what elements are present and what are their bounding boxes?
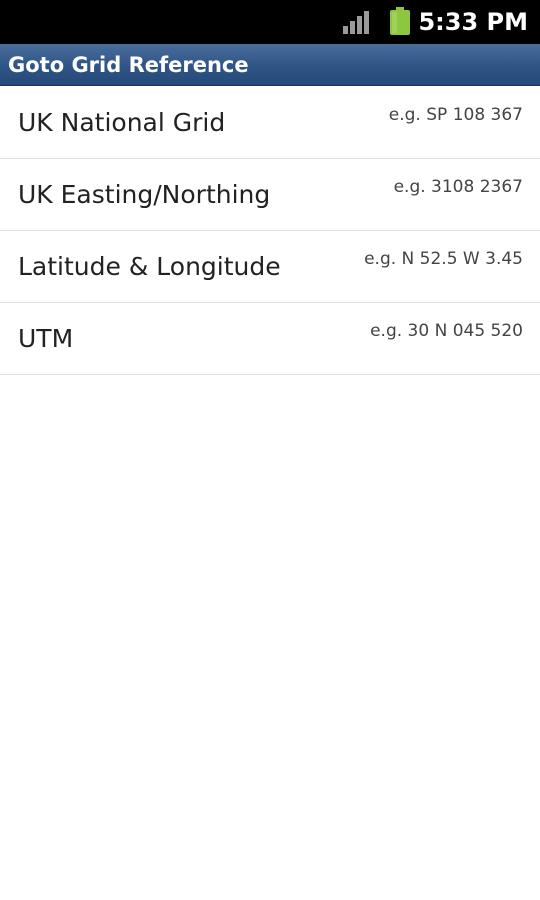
list-item-example: e.g. N 52.5 W 3.45 bbox=[364, 249, 523, 269]
app-title-bar: Goto Grid Reference bbox=[0, 44, 540, 86]
list-item-label: Latitude & Longitude bbox=[18, 252, 281, 281]
status-bar: 5:33 PM bbox=[0, 0, 540, 44]
list-item-example: e.g. SP 108 367 bbox=[388, 105, 523, 125]
battery-icon bbox=[390, 7, 410, 35]
list-item-uk-national-grid[interactable]: UK National Grid e.g. SP 108 367 bbox=[0, 87, 540, 159]
grid-format-list: UK National Grid e.g. SP 108 367 UK East… bbox=[0, 87, 540, 375]
list-item-latitude-longitude[interactable]: Latitude & Longitude e.g. N 52.5 W 3.45 bbox=[0, 231, 540, 303]
status-clock: 5:33 PM bbox=[418, 8, 528, 36]
list-item-utm[interactable]: UTM e.g. 30 N 045 520 bbox=[0, 303, 540, 375]
list-item-example: e.g. 3108 2367 bbox=[393, 177, 523, 197]
list-item-label: UTM bbox=[18, 324, 74, 353]
list-item-label: UK Easting/Northing bbox=[18, 180, 271, 209]
list-item-example: e.g. 30 N 045 520 bbox=[370, 321, 523, 341]
page-title: Goto Grid Reference bbox=[8, 53, 249, 77]
list-item-uk-easting-northing[interactable]: UK Easting/Northing e.g. 3108 2367 bbox=[0, 159, 540, 231]
list-item-label: UK National Grid bbox=[18, 108, 226, 137]
signal-icon bbox=[343, 11, 369, 34]
